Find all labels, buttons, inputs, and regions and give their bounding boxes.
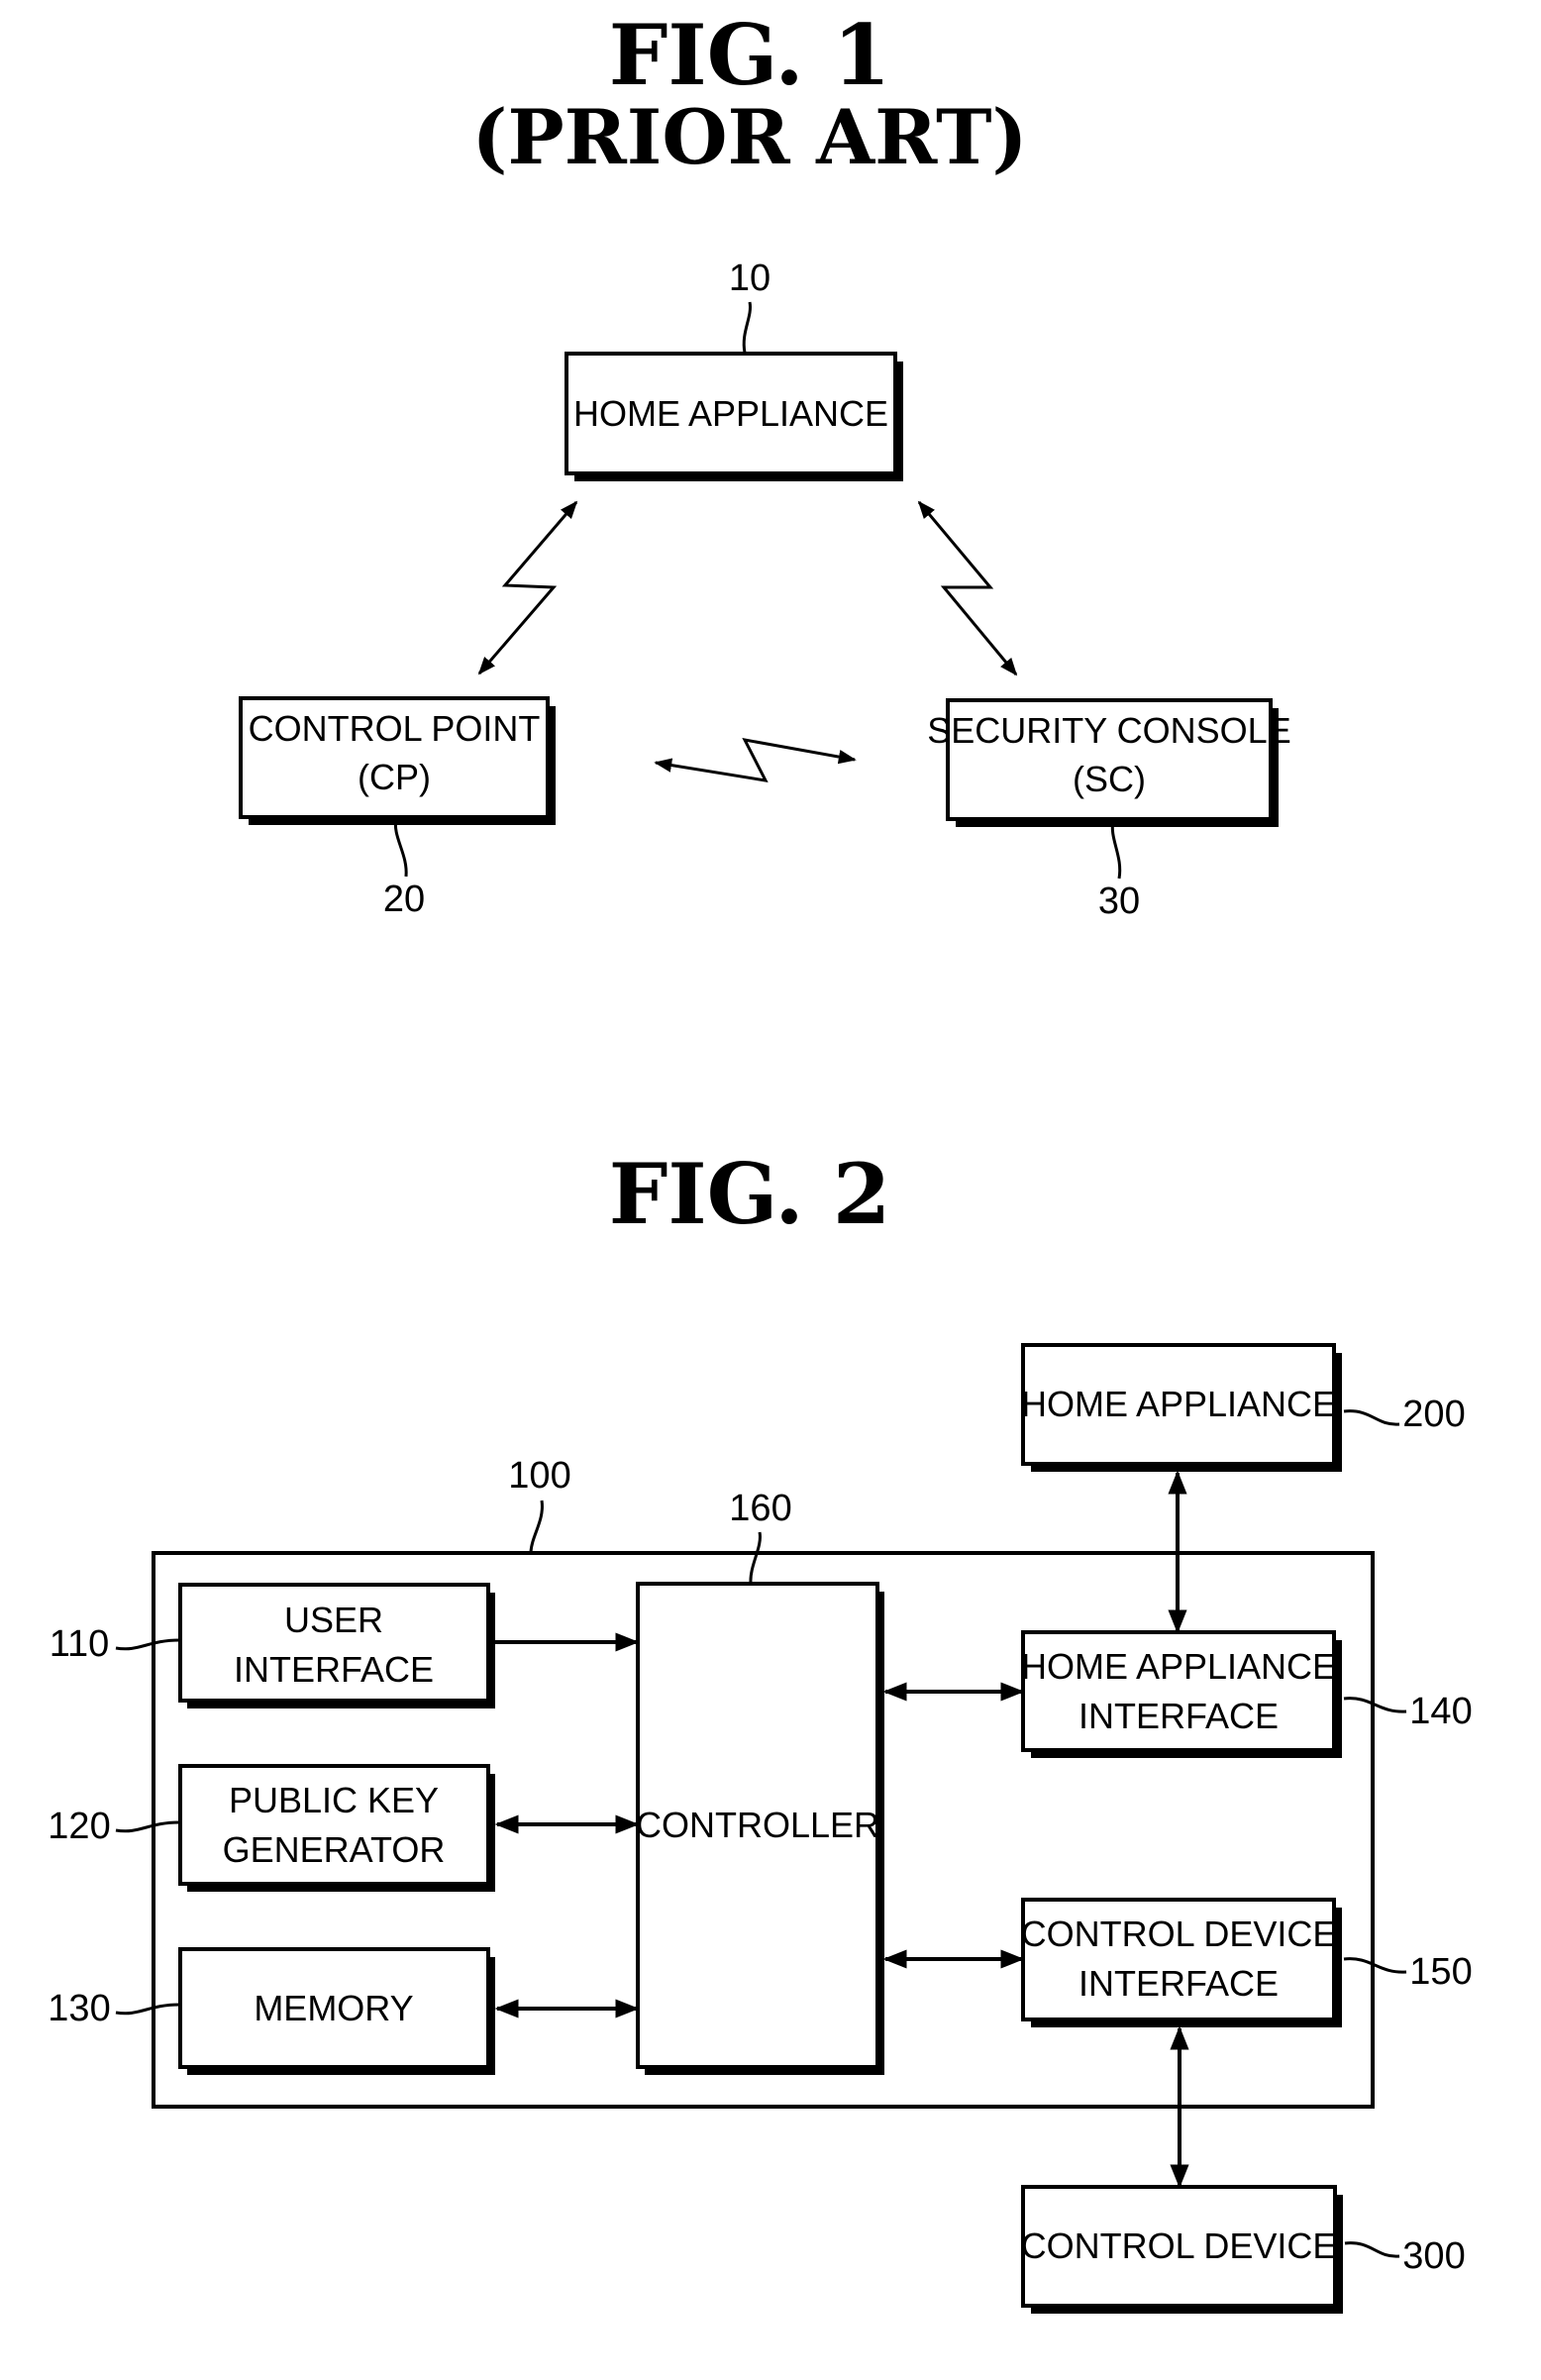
fig1-security-console-block: SECURITY CONSOLE (SC) [927, 698, 1291, 827]
block-label: PUBLIC KEY [229, 1780, 439, 1820]
block-label: (CP) [358, 757, 431, 797]
leader-line [1343, 1957, 1407, 1974]
ref-number: 140 [1409, 1691, 1472, 1732]
block-label: CONTROLLER [636, 1805, 879, 1845]
ref-number: 160 [729, 1488, 791, 1529]
ref-number: 300 [1402, 2235, 1465, 2277]
fig2-title: FIG. 2 [609, 1145, 891, 1243]
block-label: HOME APPLIANCE [573, 393, 888, 434]
fig1-home-appliance-block: HOME APPLIANCE [565, 352, 903, 481]
leader-line [1344, 2241, 1400, 2258]
ref-number: 120 [48, 1806, 110, 1847]
block-label: (SC) [1073, 759, 1146, 799]
leader-line [115, 1820, 180, 1833]
block-label: CONTROL DEVICE [1021, 2225, 1337, 2266]
block-label: HOME APPLIANCE [1021, 1384, 1336, 1424]
wireless-link-cp-sc [654, 737, 857, 782]
public-key-generator-block: PUBLIC KEY GENERATOR [178, 1764, 495, 1892]
user-interface-block: USER INTERFACE [178, 1583, 495, 1708]
leader-line [1343, 1409, 1400, 1426]
patent-figures: FIG. 1 (PRIOR ART) HOME APPLIANCE 10 CON… [48, 6, 1473, 2314]
ref-number: 130 [48, 1988, 110, 2029]
ref-number: 20 [383, 879, 425, 920]
home-appliance-interface-block: HOME APPLIANCE INTERFACE [1021, 1630, 1342, 1758]
leader-line [1110, 819, 1122, 880]
leader-line [529, 1500, 544, 1553]
block-label: USER [284, 1600, 383, 1640]
ref-number: 200 [1402, 1394, 1465, 1435]
block-label: INTERFACE [1079, 1963, 1279, 2004]
wireless-link-ha-cp [477, 500, 578, 675]
wireless-link-ha-sc [917, 500, 1018, 676]
block-label: INTERFACE [234, 1649, 434, 1690]
fig1-control-point-block: CONTROL POINT (CP) [239, 696, 556, 825]
ref-number: 150 [1409, 1951, 1472, 1993]
ref-number: 30 [1098, 880, 1140, 922]
ref-number: 100 [508, 1455, 570, 1497]
block-label: CONTROL DEVICE [1021, 1914, 1337, 1954]
ref-number: 110 [50, 1623, 110, 1665]
ref-number: 10 [729, 258, 770, 299]
block-label: INTERFACE [1079, 1696, 1279, 1736]
leader-line [393, 817, 408, 878]
leader-line [749, 1531, 762, 1584]
leader-line [1343, 1697, 1407, 1713]
fig1: FIG. 1 (PRIOR ART) HOME APPLIANCE 10 CON… [239, 6, 1291, 922]
controller-block: CONTROLLER [636, 1582, 884, 2075]
block-label: HOME APPLIANCE [1021, 1646, 1336, 1687]
home-appliance-block: HOME APPLIANCE [1021, 1343, 1342, 1472]
leader-line [742, 301, 752, 354]
control-device-interface-block: CONTROL DEVICE INTERFACE [1021, 1898, 1342, 2027]
fig1-subtitle: (PRIOR ART) [472, 93, 1028, 181]
fig1-title: FIG. 1 [609, 6, 891, 104]
memory-block: MEMORY [178, 1947, 495, 2075]
block-label: GENERATOR [223, 1829, 446, 1870]
block-label: SECURITY CONSOLE [927, 710, 1290, 751]
fig2: FIG. 2 100 USER INTERFACE 110 PUBLIC KEY… [48, 1145, 1473, 2314]
control-device-block: CONTROL DEVICE [1021, 2185, 1343, 2314]
block-label: CONTROL POINT [249, 708, 541, 749]
leader-line [115, 2003, 180, 2016]
leader-line [115, 1638, 180, 1651]
block-label: MEMORY [254, 1988, 413, 2028]
